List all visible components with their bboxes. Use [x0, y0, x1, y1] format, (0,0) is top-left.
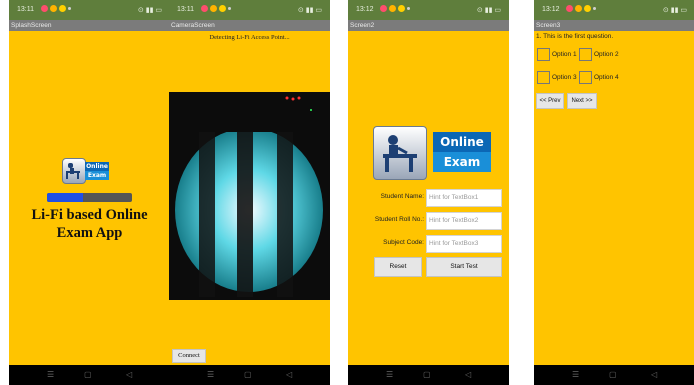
app-icon	[389, 5, 396, 12]
status-bar: 13:12 ⊙ ▮▮ ▭	[348, 0, 509, 20]
option-1-label: Option 1	[552, 51, 577, 58]
notification-icon	[566, 5, 573, 12]
option-3-checkbox[interactable]	[537, 71, 550, 84]
option-2-label: Option 2	[594, 51, 619, 58]
option-1-checkbox[interactable]	[537, 48, 550, 61]
title-bar: SplashScreen	[9, 20, 170, 31]
option-4-checkbox[interactable]	[579, 71, 592, 84]
question-screen: 13:12 ⊙ ▮▮ ▭ Screen3 1. This is the firs…	[534, 0, 694, 385]
connect-button[interactable]: Connect	[172, 349, 206, 363]
title-bar: Screen2	[348, 20, 509, 31]
logo-text-online: Online	[85, 162, 109, 171]
next-button[interactable]: Next >>	[567, 93, 597, 109]
status-time: 13:11	[17, 6, 34, 13]
student-roll-input[interactable]: Hint for TextBox2	[426, 212, 502, 230]
signal-battery-icon: ⊙ ▮▮ ▭	[662, 7, 687, 14]
home-icon[interactable]: ▢	[244, 370, 252, 379]
app-title: Li-Fi based Online Exam App	[9, 206, 170, 242]
status-bar: 13:12 ⊙ ▮▮ ▭	[534, 0, 694, 20]
student-name-label: Student Name:	[380, 193, 424, 200]
start-test-button[interactable]: Start Test	[426, 257, 502, 277]
back-icon[interactable]: ◁	[286, 370, 292, 379]
status-time: 13:12	[356, 6, 374, 13]
signal-battery-icon: ⊙ ▮▮ ▭	[476, 7, 501, 14]
option-2-checkbox[interactable]	[579, 48, 592, 61]
question-text: 1. This is the first question.	[536, 33, 614, 40]
dot-icon	[228, 7, 231, 10]
app-title-line2: Exam App	[56, 225, 123, 241]
reset-button[interactable]: Reset	[374, 257, 422, 277]
dot-icon	[407, 7, 410, 10]
loading-progress-bar	[47, 193, 132, 202]
notification-icon	[380, 5, 387, 12]
login-screen: 13:12 ⊙ ▮▮ ▭ Screen2 Online Exam Student…	[348, 0, 509, 385]
nav-bar: ☰ ▢ ◁	[169, 365, 330, 385]
nav-bar: ☰ ▢ ◁	[534, 365, 694, 385]
nav-bar: ☰ ▢ ◁	[348, 365, 509, 385]
option-4-label: Option 4	[594, 74, 619, 81]
smiley-icon	[584, 5, 591, 12]
app-icon	[575, 5, 582, 12]
progress-fill	[47, 193, 83, 202]
dot-icon	[593, 7, 596, 10]
splash-screen: 13:11 ⊙ ▮▮ ▭ SplashScreen Online Exam Li…	[9, 0, 170, 385]
status-time: 13:12	[542, 6, 560, 13]
camera-feed-image	[169, 92, 330, 300]
subject-code-input[interactable]: Hint for TextBox3	[426, 235, 502, 253]
logo-text-online: Online	[433, 132, 491, 152]
signal-battery-icon: ⊙ ▮▮ ▭	[297, 7, 322, 14]
logo-text-exam: Exam	[433, 152, 491, 172]
title-bar: Screen3	[534, 20, 694, 31]
home-icon[interactable]: ▢	[609, 370, 617, 379]
signal-battery-icon: ⊙ ▮▮ ▭	[137, 7, 162, 14]
status-bar: 13:11 ⊙ ▮▮ ▭	[169, 0, 330, 20]
app-icon	[210, 5, 217, 12]
prev-button[interactable]: << Prev	[536, 93, 564, 109]
back-icon[interactable]: ◁	[651, 370, 657, 379]
app-logo: Online Exam	[373, 126, 491, 180]
detecting-status-text: Detecting Li-Fi Access Point...	[209, 34, 290, 41]
camera-preview	[169, 92, 330, 300]
notification-icon	[41, 5, 48, 12]
desk-icon	[66, 163, 80, 179]
smiley-icon	[398, 5, 405, 12]
app-icon	[50, 5, 57, 12]
subject-code-label: Subject Code:	[383, 239, 424, 246]
student-roll-label: Student Roll No.:	[374, 216, 424, 223]
back-icon[interactable]: ◁	[126, 370, 132, 379]
app-title-line1: Li-Fi based Online	[31, 207, 148, 223]
menu-icon[interactable]: ☰	[207, 370, 214, 379]
back-icon[interactable]: ◁	[465, 370, 471, 379]
menu-icon[interactable]: ☰	[572, 370, 579, 379]
student-name-input[interactable]: Hint for TextBox1	[426, 189, 502, 207]
nav-bar: ☰ ▢ ◁	[9, 365, 170, 385]
menu-icon[interactable]: ☰	[386, 370, 393, 379]
smiley-icon	[59, 5, 66, 12]
dot-icon	[68, 7, 71, 10]
smiley-icon	[219, 5, 226, 12]
menu-icon[interactable]: ☰	[47, 370, 54, 379]
home-icon[interactable]: ▢	[84, 370, 92, 379]
camera-screen: 13:11 ⊙ ▮▮ ▭ CameraScreen Detecting Li-F…	[169, 0, 330, 385]
app-logo: Online Exam	[62, 158, 109, 184]
option-3-label: Option 3	[552, 74, 577, 81]
desk-icon	[383, 135, 417, 172]
logo-text-exam: Exam	[85, 171, 109, 180]
status-bar: 13:11 ⊙ ▮▮ ▭	[9, 0, 170, 20]
notification-icon	[201, 5, 208, 12]
title-bar: CameraScreen	[169, 20, 330, 31]
status-time: 13:11	[177, 6, 194, 13]
home-icon[interactable]: ▢	[423, 370, 431, 379]
